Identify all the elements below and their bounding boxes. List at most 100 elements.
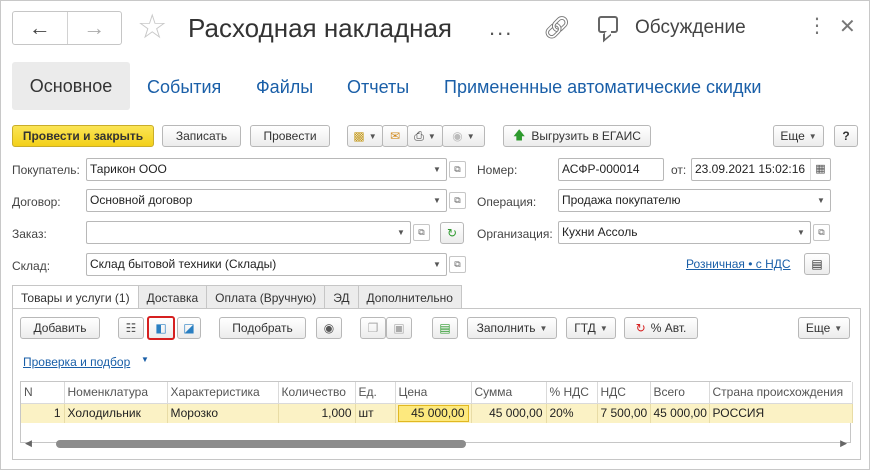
open-contract-icon[interactable]: ⧉ xyxy=(449,192,466,209)
check-and-pick-link[interactable]: Проверка и подбор xyxy=(23,355,130,369)
add-row-button[interactable]: Добавить xyxy=(20,317,100,339)
section-tab-discounts[interactable]: Примененные автоматические скидки xyxy=(444,77,761,98)
col-header-n[interactable]: N xyxy=(21,382,65,404)
organization-label: Организация: xyxy=(477,227,553,241)
cell-sum[interactable]: 45 000,00 xyxy=(471,403,547,423)
cell-vat[interactable]: 7 500,00 xyxy=(597,403,651,423)
date-field[interactable]: 23.09.2021 15:02:16 ▦ xyxy=(691,158,831,181)
chevron-down-icon[interactable]: ▼ xyxy=(792,222,810,243)
upload-arrow-icon: 🡅 xyxy=(513,127,526,142)
tab-edo[interactable]: ЭД xyxy=(324,285,359,309)
col-header-vat[interactable]: НДС xyxy=(597,382,651,404)
barcode-icon[interactable]: ☷ xyxy=(118,317,144,339)
buyer-field[interactable]: Тарикон ООО ▼ xyxy=(86,158,447,181)
cell-item[interactable]: Холодильник xyxy=(64,403,168,423)
cell-price-value[interactable]: 45 000,00 xyxy=(397,404,469,422)
organization-field[interactable]: Кухни Ассоль ▼ xyxy=(558,221,811,244)
col-header-unit[interactable]: Ед. xyxy=(355,382,396,404)
scroll-right-icon[interactable]: ▶ xyxy=(840,438,847,449)
table-row[interactable]: 1 Холодильник Морозко 1,000 шт 45 000,00… xyxy=(21,403,853,423)
data-terminal-icon[interactable]: ◧ xyxy=(147,316,175,340)
edo-button[interactable]: ◉ ▼ xyxy=(442,125,485,147)
col-header-sum[interactable]: Сумма xyxy=(471,382,547,404)
chevron-down-icon: ▼ xyxy=(599,323,608,333)
pick-items-button[interactable]: Подобрать xyxy=(219,317,306,339)
col-header-characteristic[interactable]: Характеристика xyxy=(167,382,279,404)
back-arrow-icon[interactable]: ← xyxy=(13,12,67,44)
col-header-item[interactable]: Номенклатура xyxy=(64,382,168,404)
forward-arrow-icon[interactable]: → xyxy=(66,12,122,44)
price-settings-button[interactable]: ▤ xyxy=(804,253,830,275)
scroll-left-icon[interactable]: ◀ xyxy=(25,438,32,449)
warehouse-value: Склад бытовой техники (Склады) xyxy=(90,257,277,271)
order-field[interactable]: ▼ xyxy=(86,221,411,244)
section-tab-main[interactable]: Основное xyxy=(12,62,130,110)
post-and-close-button[interactable]: Провести и закрыть xyxy=(12,125,154,147)
paste-icon[interactable]: ▣ xyxy=(386,317,412,339)
auto-discount-button[interactable]: ↻ % Авт. xyxy=(624,317,698,339)
eye-icon[interactable]: ◉ xyxy=(316,317,342,339)
terminal-upload-icon[interactable]: ◪ xyxy=(177,317,201,339)
tab-payment[interactable]: Оплата (Вручную) xyxy=(206,285,326,309)
fill-by-order-button[interactable]: ↻ xyxy=(440,222,464,244)
operation-field[interactable]: Продажа покупателю ▼ xyxy=(558,189,831,212)
gtd-button[interactable]: ГТД ▼ xyxy=(566,317,616,339)
horizontal-scrollbar[interactable]: ◀ ▶ xyxy=(23,438,849,450)
cell-characteristic[interactable]: Морозко xyxy=(167,403,279,423)
print-button[interactable]: ⎙ ▼ xyxy=(407,125,443,147)
tab-goods[interactable]: Товары и услуги (1) xyxy=(12,285,139,310)
chevron-down-icon[interactable]: ▼ xyxy=(428,190,446,211)
favorite-star-icon[interactable]: ☆ xyxy=(137,9,167,45)
price-type-link[interactable]: Розничная • с НДС xyxy=(686,257,791,271)
cell-qty[interactable]: 1,000 xyxy=(278,403,356,423)
warehouse-field[interactable]: Склад бытовой техники (Склады) ▼ xyxy=(86,253,447,276)
chevron-down-icon[interactable]: ▼ xyxy=(428,254,446,275)
email-button[interactable]: ✉ xyxy=(382,125,408,147)
col-header-total[interactable]: Всего xyxy=(650,382,710,404)
chevron-down-icon[interactable]: ▼ xyxy=(141,355,149,364)
fill-button[interactable]: Заполнить ▼ xyxy=(467,317,557,339)
col-header-country[interactable]: Страна происхождения xyxy=(709,382,853,404)
open-organization-icon[interactable]: ⧉ xyxy=(813,224,830,241)
cell-price[interactable]: 45 000,00 xyxy=(395,403,472,423)
create-based-on-button[interactable]: ▩ ▼ xyxy=(347,125,383,147)
goods-more-button[interactable]: Еще ▼ xyxy=(798,317,850,339)
cell-unit[interactable]: шт xyxy=(355,403,396,423)
close-icon[interactable]: ✕ xyxy=(839,14,856,39)
scrollbar-thumb[interactable] xyxy=(56,440,466,448)
tab-additional[interactable]: Дополнительно xyxy=(357,285,462,309)
section-tab-events[interactable]: События xyxy=(147,77,221,98)
section-tab-reports[interactable]: Отчеты xyxy=(347,77,409,98)
post-button[interactable]: Провести xyxy=(250,125,330,147)
open-warehouse-icon[interactable]: ⧉ xyxy=(449,256,466,273)
link-icon[interactable]: 🔗︎ xyxy=(543,15,571,41)
chevron-down-icon[interactable]: ▼ xyxy=(428,159,446,180)
number-field[interactable]: АСФР-000014 xyxy=(558,158,664,181)
col-header-price[interactable]: Цена xyxy=(395,382,472,404)
section-tab-files[interactable]: Файлы xyxy=(256,77,313,98)
date-from-label: от: xyxy=(671,163,687,177)
copy-icon[interactable]: ❐ xyxy=(360,317,386,339)
cell-vat-pct[interactable]: 20% xyxy=(546,403,598,423)
discussion-button[interactable]: Обсуждение xyxy=(635,17,746,39)
open-order-icon[interactable]: ⧉ xyxy=(413,224,430,241)
warehouse-label: Склад: xyxy=(12,259,51,273)
tab-delivery[interactable]: Доставка xyxy=(137,285,208,309)
open-buyer-icon[interactable]: ⧉ xyxy=(449,161,466,178)
discussion-icon[interactable] xyxy=(598,16,618,33)
cell-total[interactable]: 45 000,00 xyxy=(650,403,710,423)
help-button[interactable]: ? xyxy=(834,125,858,147)
col-header-qty[interactable]: Количество xyxy=(278,382,356,404)
cell-country[interactable]: РОССИЯ xyxy=(709,403,853,423)
export-egais-button[interactable]: 🡅 Выгрузить в ЕГАИС xyxy=(503,125,651,147)
fill-table-icon[interactable]: ▤ xyxy=(432,317,458,339)
contract-field[interactable]: Основной договор ▼ xyxy=(86,189,447,212)
more-options-icon[interactable]: ⋮ xyxy=(807,13,827,38)
save-button[interactable]: Записать xyxy=(162,125,241,147)
col-header-vat-pct[interactable]: % НДС xyxy=(546,382,598,404)
chevron-down-icon[interactable]: ▼ xyxy=(392,222,410,243)
chevron-down-icon[interactable]: ▼ xyxy=(812,190,830,211)
calendar-icon[interactable]: ▦ xyxy=(810,159,830,180)
more-button[interactable]: Еще ▼ xyxy=(773,125,824,147)
cell-n[interactable]: 1 xyxy=(21,403,65,423)
